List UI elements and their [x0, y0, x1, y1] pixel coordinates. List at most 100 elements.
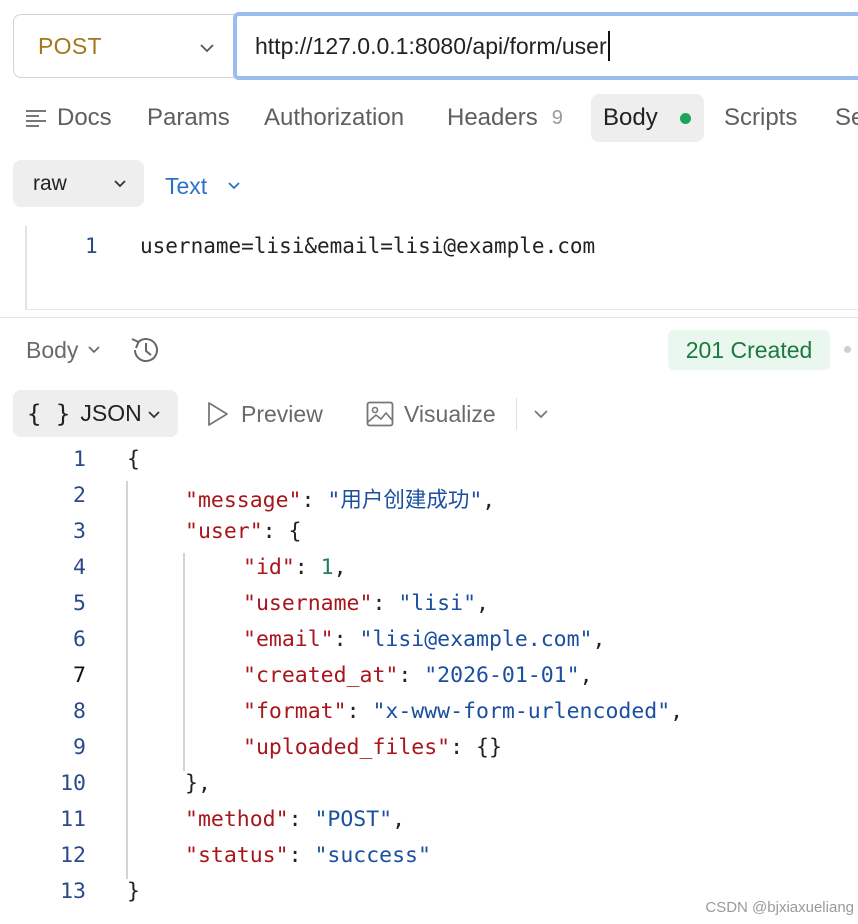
code-line: 10}, [0, 771, 858, 807]
code-token: : [288, 807, 315, 832]
code-text: }, [185, 771, 211, 796]
code-token: { [127, 447, 140, 472]
code-token: : [288, 843, 315, 868]
status-badge[interactable]: 201 Created [668, 330, 830, 370]
code-token: , [476, 591, 489, 616]
code-token: "created_at" [243, 663, 399, 688]
chevron-down-icon [114, 180, 126, 188]
tab-params[interactable]: Params [147, 94, 230, 142]
chevron-down-icon [200, 44, 214, 53]
request-body-editor[interactable]: 1 username=lisi&email=lisi@example.com [25, 226, 858, 310]
tab-headers-label: Headers [447, 104, 538, 131]
code-text: } [127, 879, 140, 904]
history-icon[interactable] [128, 333, 164, 367]
tab-body[interactable]: Body [591, 94, 704, 142]
code-token: , [333, 555, 347, 580]
tab-docs[interactable]: Docs [25, 94, 112, 142]
tab-docs-label: Docs [57, 104, 112, 131]
tab-scripts-label: Scripts [724, 104, 798, 131]
code-line: 4 "id": 1, [0, 555, 858, 591]
tab-headers[interactable]: Headers 9 [447, 94, 563, 142]
code-token: "format" [243, 699, 347, 724]
line-number: 2 [73, 483, 86, 508]
body-modified-dot [679, 112, 691, 124]
line-number: 9 [73, 735, 86, 760]
code-token: , [670, 699, 684, 724]
code-text: "uploaded_files": {} [243, 735, 502, 760]
request-body-text: username=lisi&email=lisi@example.com [140, 234, 596, 258]
code-token: : [333, 627, 360, 652]
line-number: 11 [60, 807, 86, 832]
tab-authorization-label: Authorization [264, 104, 405, 131]
code-text: "format": "x-www-form-urlencoded", [243, 699, 683, 724]
response-body-label: Body [26, 336, 79, 363]
code-token: 1 [320, 555, 334, 580]
chevron-down-icon[interactable] [531, 404, 551, 424]
code-token: "success" [314, 843, 431, 868]
code-token: "POST" [314, 807, 393, 832]
tab-params-label: Params [147, 104, 230, 131]
chevron-down-icon [148, 411, 160, 419]
preview-label: Preview [241, 400, 323, 427]
code-token: "lisi" [398, 591, 477, 616]
line-number: 13 [60, 879, 86, 904]
tab-authorization[interactable]: Authorization [264, 94, 404, 142]
code-line: 8 "format": "x-www-form-urlencoded", [0, 699, 858, 735]
response-body-dropdown[interactable]: Body [26, 334, 102, 366]
code-token: , [579, 663, 593, 688]
code-token: : [301, 488, 328, 513]
visualize-label: Visualize [404, 400, 496, 427]
code-text: "username": "lisi", [243, 591, 489, 616]
code-token: "id" [243, 555, 295, 580]
body-type-label: raw [33, 171, 67, 195]
code-line: 12 "status": "success" [0, 843, 858, 879]
line-number: 3 [73, 519, 86, 544]
docs-icon [26, 110, 46, 127]
code-token: "user" [185, 519, 263, 544]
line-number: 1 [73, 447, 86, 472]
code-token: "2026-01-01" [424, 663, 580, 688]
toolbar-divider [516, 398, 517, 430]
pane-divider[interactable] [0, 317, 858, 318]
code-token: "method" [185, 807, 289, 832]
indent-guide [183, 553, 185, 771]
watermark: CSDN @bjxiaxueliang [705, 899, 854, 916]
indent-guide [126, 481, 128, 879]
body-type-select[interactable]: raw [13, 160, 144, 207]
chevron-down-icon [88, 346, 101, 354]
code-token: "username" [243, 591, 373, 616]
code-token: , [482, 488, 496, 513]
code-line: 3 "user": { [0, 519, 858, 555]
url-input[interactable]: http://127.0.0.1:8080/api/form/user [233, 12, 858, 80]
code-text: "id": 1, [243, 555, 347, 580]
line-number: 10 [60, 771, 86, 796]
code-token: : [346, 699, 373, 724]
code-line: 6 "email": "lisi@example.com", [0, 627, 858, 663]
preview-button[interactable]: Preview [205, 396, 323, 432]
code-token: , [392, 807, 406, 832]
code-line: 7 "created_at": "2026-01-01", [0, 663, 858, 699]
response-format-select[interactable]: { } JSON [13, 390, 178, 437]
line-number: 4 [73, 555, 86, 580]
headers-count-badge: 9 [551, 106, 563, 129]
image-icon [366, 401, 394, 427]
tab-scripts[interactable]: Scripts [724, 94, 797, 142]
code-token: "message" [185, 488, 302, 513]
chevron-down-icon [228, 182, 240, 190]
line-number: 5 [73, 591, 86, 616]
tab-settings[interactable]: Se [835, 94, 858, 142]
method-select[interactable]: POST [13, 14, 235, 78]
line-number: 8 [73, 699, 86, 724]
code-text: "created_at": "2026-01-01", [243, 663, 593, 688]
request-tabs: Docs Params Authorization Headers 9 Body… [0, 94, 858, 146]
code-text: { [127, 447, 140, 472]
line-number: 6 [73, 627, 86, 652]
visualize-button[interactable]: Visualize [366, 396, 496, 432]
code-token: }, [185, 771, 211, 796]
body-format-select[interactable]: Text [165, 164, 243, 208]
url-text: http://127.0.0.1:8080/api/form/user [255, 32, 607, 59]
code-token: "用户创建成功" [327, 488, 483, 513]
method-label: POST [38, 32, 102, 59]
tab-settings-label: Se [835, 104, 858, 131]
line-number: 7 [73, 663, 86, 688]
